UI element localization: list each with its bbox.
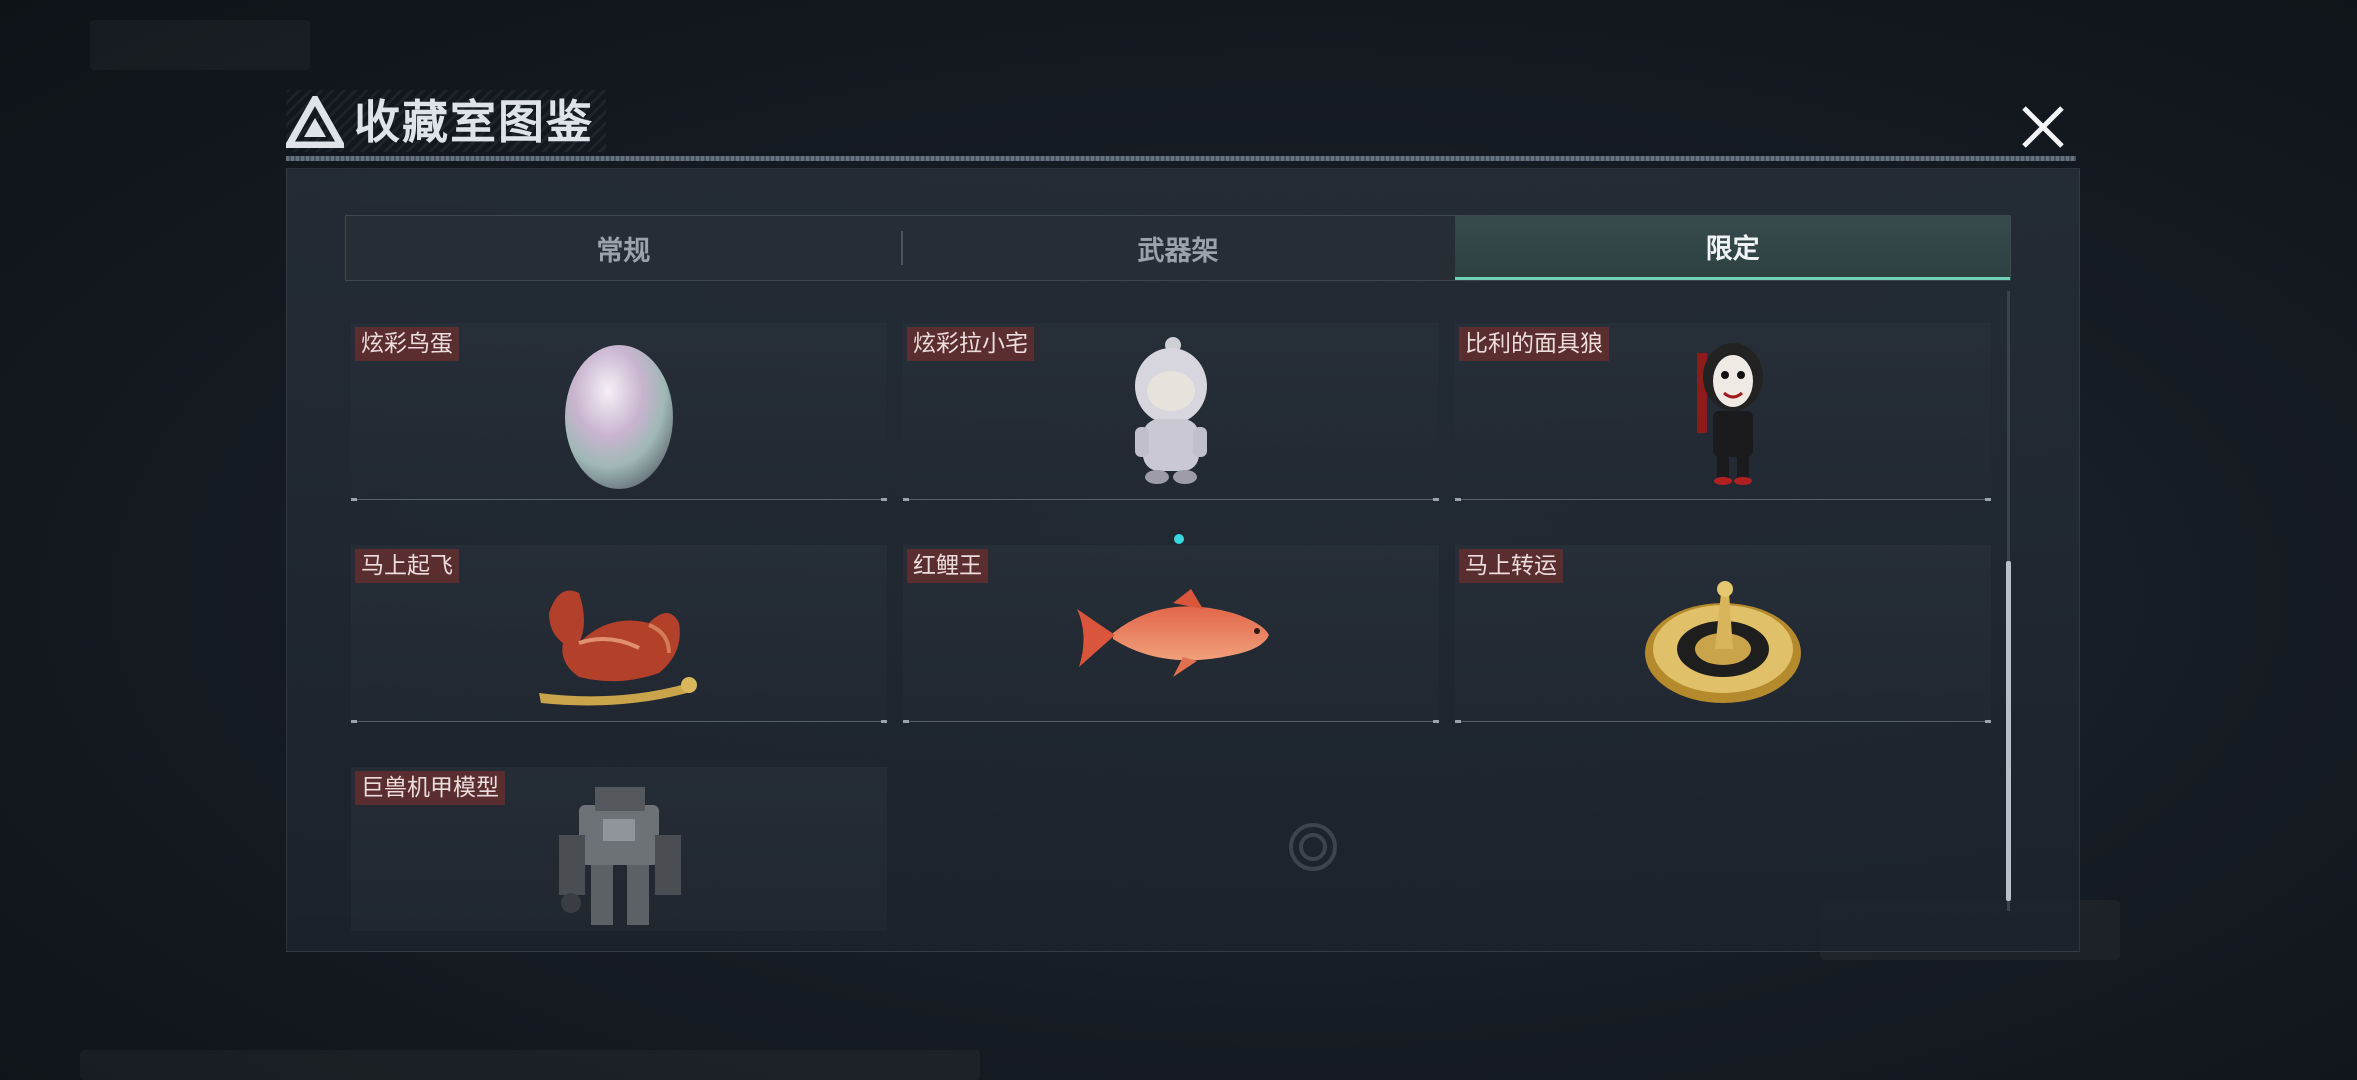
- tab-weapon-rack[interactable]: 武器架: [900, 216, 1456, 280]
- item-name: 比利的面具狼: [1459, 327, 1609, 361]
- figurine-icon: [1135, 337, 1207, 484]
- collection-grid: 炫彩鸟蛋 炫彩拉小宅 比利的面具狼 马上起飞 红鲤王 马上转运 巨兽机甲模型: [351, 323, 1991, 931]
- collection-panel: 常规 武器架 限定 炫彩鸟蛋 炫彩拉小宅 比利的面具狼 马上起飞 红鲤王 马上转…: [286, 168, 2080, 952]
- item-name: 马上转运: [1459, 549, 1563, 583]
- puppet-figure-icon: [1697, 343, 1763, 485]
- collection-item-card[interactable]: 红鲤王: [903, 545, 1439, 723]
- window-header: 收藏室图鉴: [286, 90, 2076, 161]
- item-name: 炫彩拉小宅: [907, 327, 1034, 361]
- golden-wheel-icon: [1645, 581, 1801, 703]
- collection-item-card[interactable]: 马上转运: [1455, 545, 1991, 723]
- triangle-logo-icon: [286, 96, 344, 148]
- item-name: 马上起飞: [355, 549, 459, 583]
- item-name: 炫彩鸟蛋: [355, 327, 459, 361]
- tab-regular[interactable]: 常规: [346, 216, 901, 280]
- indicator-dot: [1174, 534, 1184, 544]
- collection-item-card[interactable]: 炫彩拉小宅: [903, 323, 1439, 501]
- header-divider: [286, 156, 2076, 161]
- item-name: 巨兽机甲模型: [355, 771, 505, 805]
- close-icon[interactable]: [2016, 100, 2070, 154]
- background-blur-block: [90, 20, 310, 70]
- collection-item-card[interactable]: 巨兽机甲模型: [351, 767, 887, 931]
- tab-limited[interactable]: 限定: [1455, 216, 2011, 280]
- page-title: 收藏室图鉴: [354, 95, 594, 149]
- background-blur-block: [80, 1050, 980, 1080]
- carp-icon: [1077, 589, 1269, 677]
- egg-icon: [565, 345, 673, 489]
- item-name: 红鲤王: [907, 549, 988, 583]
- category-tabs: 常规 武器架 限定: [345, 215, 2011, 281]
- horse-statue-icon: [539, 590, 697, 706]
- mech-model-icon: [559, 787, 681, 925]
- collection-item-card[interactable]: 比利的面具狼: [1455, 323, 1991, 501]
- scrollbar-thumb[interactable]: [2006, 561, 2011, 901]
- collection-item-card[interactable]: 马上起飞: [351, 545, 887, 723]
- collection-item-card[interactable]: 炫彩鸟蛋: [351, 323, 887, 501]
